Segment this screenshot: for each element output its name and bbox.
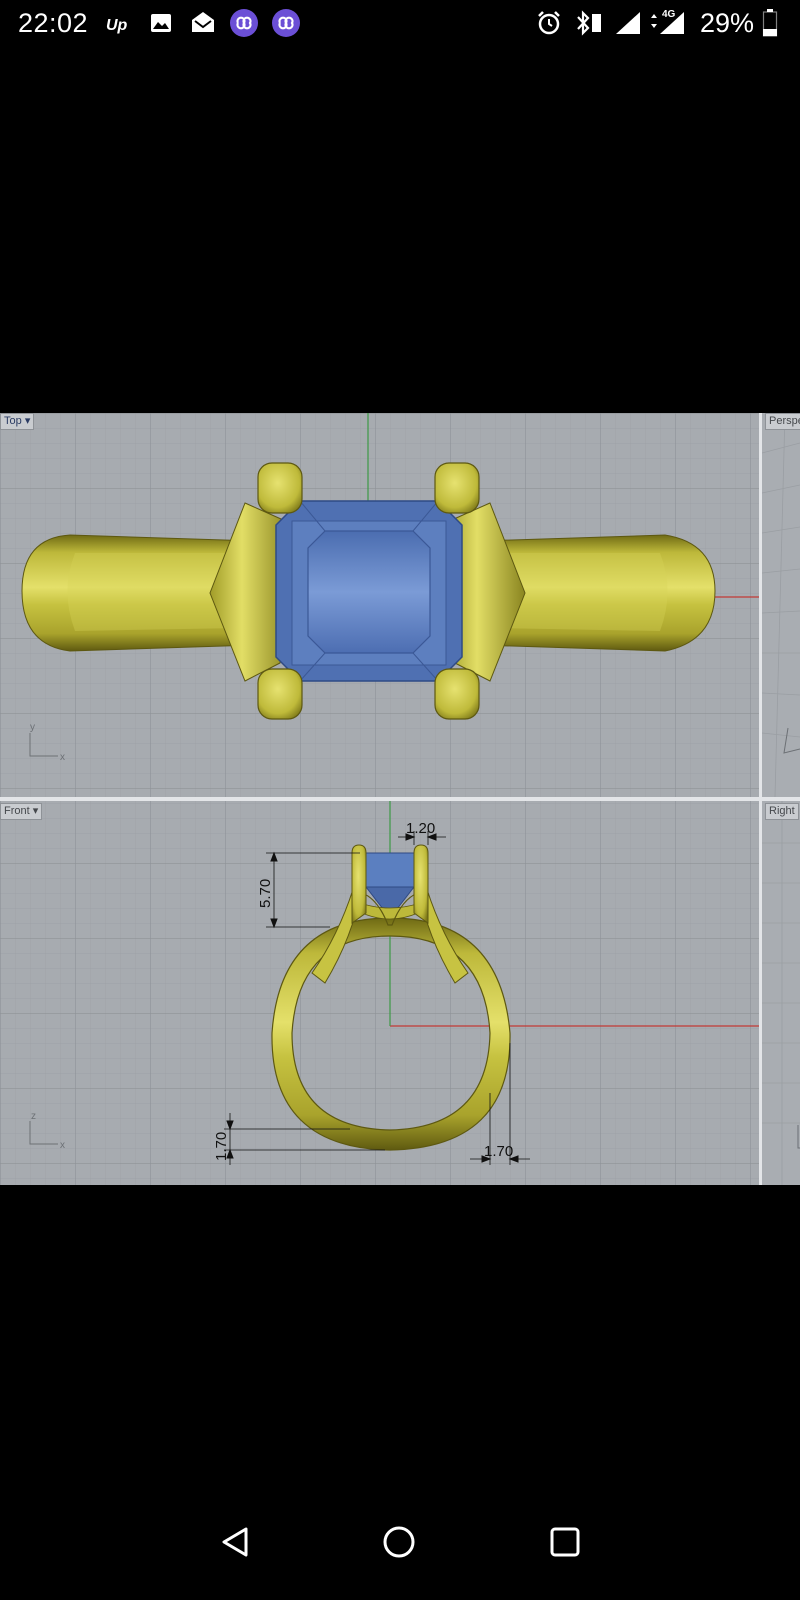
svg-text:x: x <box>60 752 65 763</box>
svg-text:x: x <box>60 1140 65 1151</box>
svg-text:1.20: 1.20 <box>406 820 435 837</box>
link-app-icon <box>230 9 258 37</box>
viewport-right[interactable] <box>762 801 800 1185</box>
svg-text:y: y <box>30 722 35 733</box>
back-icon[interactable] <box>218 1524 254 1560</box>
svg-text:z: z <box>31 1111 36 1122</box>
battery-icon <box>762 9 778 37</box>
svg-text:Up: Up <box>106 17 128 34</box>
viewport-perspective[interactable] <box>761 413 800 798</box>
svg-text:5.70: 5.70 <box>257 879 274 908</box>
alarm-icon <box>538 11 560 35</box>
link-app-icon <box>272 9 300 37</box>
svg-text:1.70: 1.70 <box>484 1143 513 1160</box>
home-icon[interactable] <box>381 1524 417 1560</box>
cad-viewports-canvas[interactable]: y x 1.20 5.70 1.70 1.70 z x <box>0 413 800 1185</box>
status-bar: 22:02 Up 4G 29% <box>0 0 800 48</box>
mail-open-icon <box>192 12 214 32</box>
svg-text:4G: 4G <box>662 9 676 20</box>
recents-icon[interactable] <box>547 1524 583 1560</box>
viewport-label-perspective[interactable]: Perspe <box>765 413 800 430</box>
viewport-label-top[interactable]: Top ▾ <box>0 413 35 430</box>
battery-percent: 29% <box>699 8 754 38</box>
cad-viewer[interactable]: y x 1.20 5.70 1.70 1.70 z x Top ▾ Persp … <box>0 413 800 1185</box>
navigation-bar <box>0 1510 800 1600</box>
signal-4g-icon: 4G <box>651 9 684 34</box>
bluetooth-icon <box>577 10 601 36</box>
viewport-label-front[interactable]: Front ▾ <box>0 803 43 820</box>
viewport-front[interactable]: 1.20 5.70 1.70 1.70 z x <box>0 801 759 1185</box>
viewport-label-right[interactable]: Right <box>765 803 799 820</box>
status-time: 22:02 <box>18 8 89 38</box>
viewport-top[interactable]: y x <box>0 413 760 797</box>
signal-icon <box>616 12 640 34</box>
chevron-down-icon[interactable]: ▾ <box>33 805 39 817</box>
chevron-down-icon[interactable]: ▾ <box>25 415 31 427</box>
svg-text:1.70: 1.70 <box>213 1132 230 1161</box>
viewport-divider-horizontal[interactable] <box>0 797 800 801</box>
image-icon <box>151 14 171 32</box>
up-icon: Up <box>106 17 128 34</box>
viewport-divider-vertical[interactable] <box>759 413 762 1185</box>
